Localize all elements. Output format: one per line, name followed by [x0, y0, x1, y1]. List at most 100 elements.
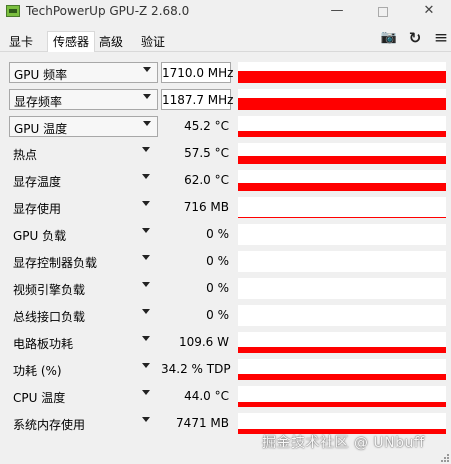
sensor-selector[interactable]: 系统内存使用 [9, 413, 158, 434]
dropdown-arrow-icon[interactable] [142, 336, 150, 341]
tab-sensors[interactable]: 传感器 [47, 31, 96, 53]
sensor-selector[interactable]: 显存使用 [9, 197, 158, 218]
sensor-selector[interactable]: 显存频率 [9, 89, 158, 110]
tab-validation[interactable]: 验证 [136, 34, 170, 52]
sensor-value: 716 MB [183, 200, 229, 214]
sensor-graph [238, 386, 446, 407]
dropdown-arrow-icon[interactable] [142, 282, 150, 287]
sensor-value: 7471 MB [176, 416, 229, 430]
sensor-label: 显存使用 [13, 202, 62, 216]
sensor-row: GPU 频率 1710.0 MHz [0, 58, 451, 85]
sensor-selector[interactable]: CPU 温度 [9, 386, 158, 407]
sensor-graph-fill [238, 98, 446, 110]
dropdown-arrow-icon[interactable] [142, 174, 150, 179]
sensor-selector[interactable]: GPU 负载 [9, 224, 158, 245]
sensor-label: 视频引擎负载 [13, 283, 86, 297]
sensor-selector[interactable]: 总线接口负载 [9, 305, 158, 326]
dropdown-arrow-icon[interactable] [142, 201, 150, 206]
sensor-graph-fill [238, 156, 446, 164]
sensor-label: 总线接口负载 [13, 310, 86, 324]
sensor-graph-svg [238, 183, 446, 191]
sensor-graph-fill [238, 374, 446, 380]
dropdown-arrow-icon[interactable] [143, 121, 151, 126]
sensor-graph-svg [238, 402, 446, 407]
sensor-row: 显存温度 62.0 °C [0, 166, 451, 193]
sensor-row: 显存频率 1187.7 MHz [0, 85, 451, 112]
sensor-graph-svg [238, 429, 446, 434]
sensor-graph-fill [238, 402, 446, 407]
sensor-value: 0 % [206, 254, 229, 268]
sensor-graph-fill [238, 71, 446, 83]
sensor-selector[interactable]: 视频引擎负载 [9, 278, 158, 299]
sensor-row: 电路板功耗 109.6 W [0, 328, 451, 355]
tab-advanced[interactable]: 高级 [94, 34, 128, 52]
sensor-selector[interactable]: GPU 频率 [9, 62, 158, 83]
sensor-value: 57.5 °C [184, 146, 229, 160]
sensor-value: 0 % [206, 281, 229, 295]
sensor-graph [238, 116, 446, 137]
dropdown-arrow-icon[interactable] [142, 147, 150, 152]
camera-icon[interactable]: 📷 [380, 30, 398, 46]
dropdown-arrow-icon[interactable] [142, 363, 150, 368]
sensors-panel: GPU 频率 1710.0 MHz 显存频率 1187.7 MHz GPU 温度 45.2… [0, 52, 451, 464]
sensor-graph [238, 332, 446, 353]
sensor-graph-svg [238, 347, 446, 353]
dropdown-arrow-icon[interactable] [142, 255, 150, 260]
sensor-row: 热点 57.5 °C [0, 139, 451, 166]
sensor-graph [238, 224, 446, 245]
sensor-row: 总线接口负载 0 % [0, 301, 451, 328]
sensor-label: CPU 温度 [13, 391, 66, 405]
sensor-graph-svg [238, 251, 446, 272]
sensor-selector[interactable]: 电路板功耗 [9, 332, 158, 353]
sensor-graph-svg [238, 98, 446, 110]
gpu-z-app-icon [6, 5, 20, 17]
sensor-graph [238, 413, 446, 434]
sensor-value: 0 % [206, 227, 229, 241]
sensor-graph [238, 251, 446, 272]
sensor-selector[interactable]: 功耗 (%) [9, 359, 158, 380]
maximize-button[interactable] [360, 0, 406, 24]
sensor-graph-svg [238, 131, 446, 137]
sensor-row: CPU 温度 44.0 °C [0, 382, 451, 409]
maximize-icon [378, 7, 388, 17]
sensor-graph-fill [238, 347, 446, 353]
dropdown-arrow-icon[interactable] [143, 67, 151, 72]
sensor-selector[interactable]: GPU 温度 [9, 116, 158, 137]
sensor-row: GPU 负载 0 % [0, 220, 451, 247]
resize-grip-icon[interactable] [440, 453, 449, 462]
sensor-label: GPU 温度 [14, 122, 68, 136]
sensor-graph [238, 278, 446, 299]
minimize-button[interactable]: — [314, 0, 360, 24]
sensor-selector[interactable]: 显存控制器负载 [9, 251, 158, 272]
dropdown-arrow-icon[interactable] [142, 417, 150, 422]
sensor-value: 34.2 % TDP [161, 362, 231, 376]
sensor-value: 45.2 °C [184, 119, 229, 133]
sensor-row: 显存控制器负载 0 % [0, 247, 451, 274]
sensor-label: 显存频率 [14, 95, 63, 109]
sensor-value: 1187.7 MHz [161, 89, 233, 110]
sensor-graph [238, 170, 446, 191]
dropdown-arrow-icon[interactable] [142, 390, 150, 395]
dropdown-arrow-icon[interactable] [142, 228, 150, 233]
close-button[interactable]: ✕ [406, 0, 451, 24]
sensor-label: GPU 频率 [14, 68, 68, 82]
sensor-value: 1710.0 MHz [161, 62, 233, 83]
sensor-selector[interactable]: 热点 [9, 143, 158, 164]
sensor-graph [238, 143, 446, 164]
sensor-graph-fill [238, 183, 446, 191]
sensor-graph-fill [238, 131, 446, 137]
sensor-row: 功耗 (%) 34.2 % TDP [0, 355, 451, 382]
sensor-value: 62.0 °C [184, 173, 229, 187]
sensor-row: 显存使用 716 MB [0, 193, 451, 220]
menu-icon[interactable]: ≡ [432, 30, 450, 47]
tab-graphics-card[interactable]: 显卡 [4, 34, 38, 52]
refresh-icon[interactable]: ↻ [406, 30, 424, 46]
sensor-value: 44.0 °C [184, 389, 229, 403]
sensor-label: 显存温度 [13, 175, 62, 189]
dropdown-arrow-icon[interactable] [143, 94, 151, 99]
dropdown-arrow-icon[interactable] [142, 309, 150, 314]
sensor-value: 109.6 W [178, 335, 229, 349]
sensor-graph-svg [238, 305, 446, 326]
sensor-selector[interactable]: 显存温度 [9, 170, 158, 191]
sensor-row: 视频引擎负载 0 % [0, 274, 451, 301]
